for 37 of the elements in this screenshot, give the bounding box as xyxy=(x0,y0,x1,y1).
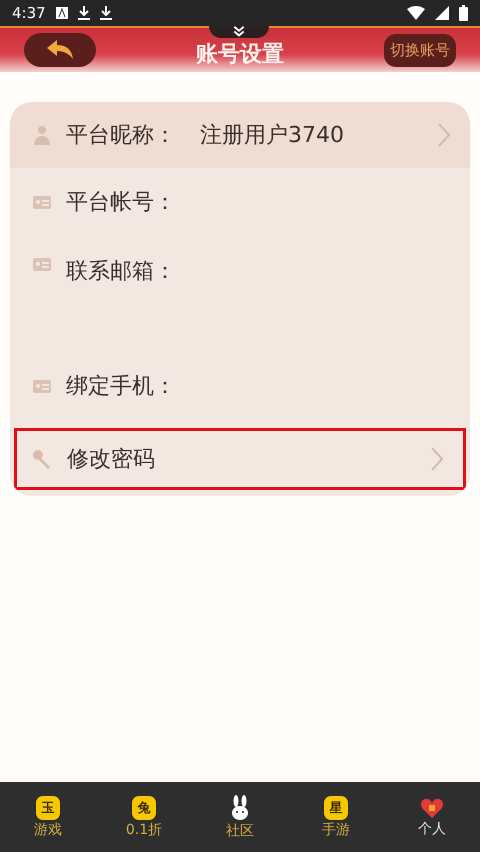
field-value: 注册用户3740 xyxy=(200,122,344,150)
chevron-right-icon xyxy=(431,447,443,471)
id-card-icon xyxy=(32,256,52,272)
coin-icon: 玉 xyxy=(36,796,60,820)
nav-tab[interactable]: 个人 xyxy=(392,796,472,838)
status-time: 4:37 xyxy=(12,4,46,22)
switch-account-button[interactable]: 切换账号 xyxy=(384,34,456,66)
back-arrow-icon xyxy=(45,39,75,61)
download-icon xyxy=(78,6,90,20)
field-label: 平台帐号： xyxy=(66,189,176,217)
field-label: 修改密码 xyxy=(67,446,155,474)
settings-link-row[interactable]: 修改密码 xyxy=(14,428,466,490)
nav-tab[interactable]: 社区 xyxy=(200,794,280,840)
wifi-icon xyxy=(407,6,425,20)
page-title: 账号设置 xyxy=(196,41,284,69)
field-label: 绑定手机： xyxy=(66,373,176,401)
id-card-icon xyxy=(32,378,52,394)
heart-icon xyxy=(420,796,444,818)
id-card-icon xyxy=(32,194,52,210)
field-label: 平台昵称： xyxy=(66,122,176,150)
settings-link-row[interactable]: 平台昵称： 注册用户3740 xyxy=(10,102,470,168)
back-button[interactable] xyxy=(24,33,96,67)
coin-icon: 星 xyxy=(324,796,348,820)
nav-tab[interactable]: 玉 游戏 xyxy=(8,794,88,840)
rabbit-icon xyxy=(230,794,250,820)
notification-icon xyxy=(56,7,68,19)
battery-icon xyxy=(459,5,468,21)
coin-icon: 兔 xyxy=(132,796,156,820)
signal-icon xyxy=(435,6,449,20)
field-label: 联系邮箱： xyxy=(66,258,176,286)
key-icon xyxy=(31,448,53,470)
person-icon xyxy=(32,124,52,146)
nav-tab[interactable]: 星 手游 xyxy=(296,794,376,840)
download-icon xyxy=(100,6,112,20)
nav-tab[interactable]: 兔 0.1折 xyxy=(104,794,184,840)
pull-down-handle[interactable] xyxy=(209,26,269,38)
chevron-right-icon xyxy=(438,123,450,147)
